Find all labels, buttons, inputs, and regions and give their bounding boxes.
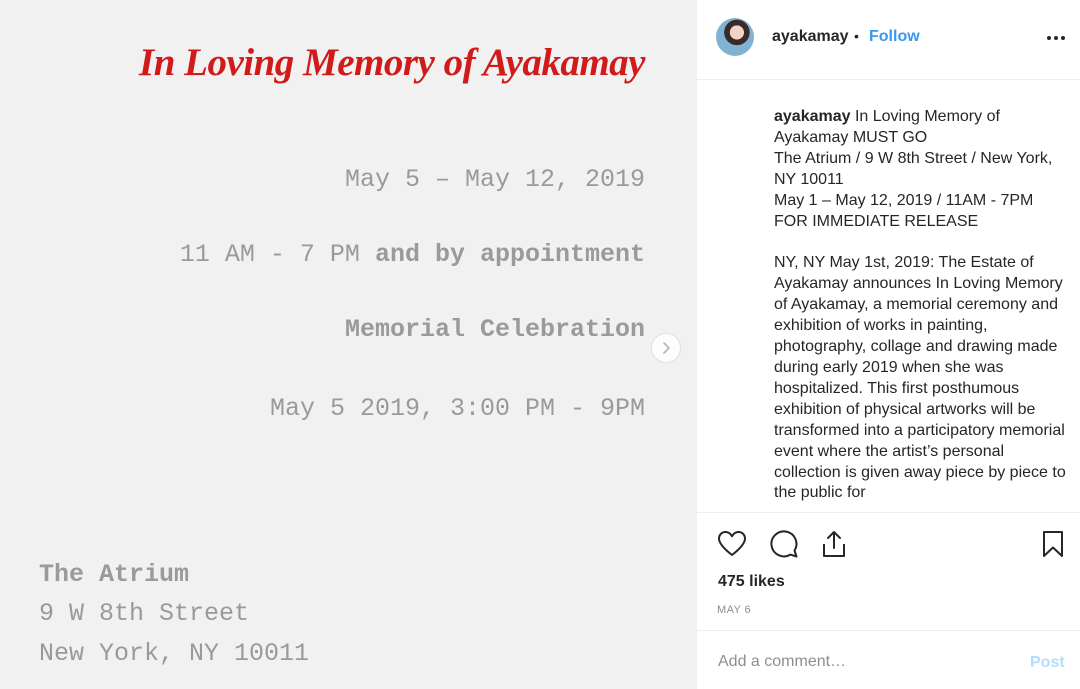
caption-line: The Atrium / 9 W 8th Street / New York, … xyxy=(774,149,1053,188)
caption-line: FOR IMMEDIATE RELEASE xyxy=(774,212,979,230)
comment-input[interactable] xyxy=(718,651,1008,673)
likes-count[interactable]: 475 likes xyxy=(718,573,785,591)
image-city: New York, NY 10011 xyxy=(39,639,310,668)
post-comment-button[interactable]: Post xyxy=(1030,654,1065,672)
image-hours: 11 AM - 7 PM and by appointment xyxy=(180,240,645,269)
caption-line: May 1 – May 12, 2019 / 11AM - 7PM xyxy=(774,191,1034,209)
image-venue: The Atrium xyxy=(39,560,190,589)
avatar[interactable] xyxy=(716,18,754,56)
post-header: ayakamay • Follow xyxy=(697,0,1080,80)
share-icon[interactable] xyxy=(819,529,849,559)
post-image: In Loving Memory of Ayakamay May 5 – May… xyxy=(0,0,696,689)
image-street: 9 W 8th Street xyxy=(39,599,250,628)
caption-username[interactable]: ayakamay xyxy=(774,108,851,125)
header-separator: • xyxy=(854,28,859,44)
header-username[interactable]: ayakamay xyxy=(772,28,849,46)
chevron-right-icon xyxy=(663,342,670,354)
image-hours-bold: and by appointment xyxy=(374,240,645,269)
post-sidebar: ayakamay • Follow ayakamay In Loving Mem… xyxy=(696,0,1080,689)
comment-bar: Post xyxy=(697,630,1080,689)
next-image-button[interactable] xyxy=(651,333,681,363)
more-options-icon[interactable] xyxy=(1045,28,1067,48)
bookmark-icon[interactable] xyxy=(1038,529,1068,559)
follow-button[interactable]: Follow xyxy=(869,28,920,46)
heart-icon[interactable] xyxy=(717,529,747,559)
image-dates: May 5 – May 12, 2019 xyxy=(344,165,645,194)
image-celebration: Memorial Celebration xyxy=(344,315,645,344)
image-hours-plain: 11 AM - 7 PM xyxy=(179,240,360,269)
image-celebration-time: May 5 2019, 3:00 PM - 9PM xyxy=(269,394,645,423)
image-title: In Loving Memory of Ayakamay xyxy=(139,41,645,84)
comment-icon[interactable] xyxy=(769,529,799,559)
caption-body: NY, NY May 1st, 2019: The Estate of Ayak… xyxy=(774,254,1066,502)
post-caption: ayakamay In Loving Memory of Ayakamay MU… xyxy=(774,107,1074,507)
post-date[interactable]: MAY 6 xyxy=(717,604,751,616)
post-actions: 475 likes MAY 6 xyxy=(697,512,1080,630)
